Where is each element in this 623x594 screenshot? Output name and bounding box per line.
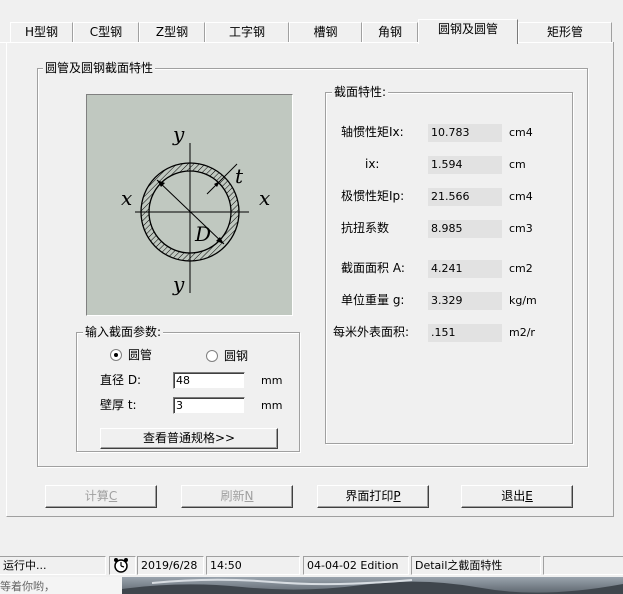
radio-tube[interactable] [110,349,122,361]
tab-channel[interactable]: 槽钢 [289,22,362,42]
background-strip: 等着你哟， [0,577,623,594]
y-bottom-label: y [172,272,185,296]
y-top-label: y [172,122,185,146]
prop-label-torsion: 抗扭系数 [341,221,390,235]
prop-unit-torsion: cm3 [509,222,533,235]
status-state: 运行中... [0,556,106,575]
diameter-input[interactable] [173,372,245,389]
prop-label-ix-radius: ix: [365,157,380,171]
x-right-label: x [259,186,270,210]
diameter-unit: mm [261,374,283,387]
tab-angle[interactable]: 角钢 [362,22,418,42]
prop-unit-ix-moment: cm4 [509,126,533,139]
tab-rect-tube[interactable]: 矩形管 [518,22,612,42]
prop-unit-ip: cm4 [509,190,533,203]
prop-value-ix-moment: 10.783 [428,124,502,142]
tab-round-steel-tube[interactable]: 圆钢及圆管 [418,19,518,44]
tab-i-beam[interactable]: 工字钢 [205,22,289,42]
prop-value-area: 4.241 [428,260,502,278]
t-label: t [235,164,244,188]
prop-value-ix-radius: 1.594 [428,156,502,174]
radio-bar[interactable] [206,350,218,362]
prop-value-torsion: 8.985 [428,220,502,238]
properties-title: 截面特性: [332,85,389,99]
prop-label-area: 截面面积 A: [341,261,405,275]
section-drawing: y y x x t D [86,94,293,316]
status-empty [543,556,623,575]
d-label: D [194,222,211,246]
status-bar: 运行中... 2019/6/28 14:50 04-04-02 Edition … [0,555,623,577]
status-edition: 04-04-02 Edition [303,556,409,575]
clock-icon [114,558,128,573]
status-detail: Detail之截面特性 [411,556,541,575]
prop-value-ip: 21.566 [428,188,502,206]
tab-z-steel[interactable]: Z型钢 [139,22,205,42]
background-photo [122,577,623,594]
tab-c-steel[interactable]: C型钢 [73,22,139,42]
prop-unit-surface: m2/m [509,326,535,339]
status-date: 2019/6/28 [137,556,204,575]
print-screen-button[interactable]: 界面打印P [317,485,429,508]
taskbar-hint: 等着你哟， [0,580,55,593]
prop-value-surface: .151 [428,324,502,342]
prop-label-ip: 极惯性矩Ip: [341,189,405,203]
prop-value-weight: 3.329 [428,292,502,310]
input-params-title: 输入截面参数: [83,325,164,339]
radio-tube-label[interactable]: 圆管 [128,347,152,363]
prop-label-surface: 每米外表面积: [333,325,410,339]
tube-cross-section-diagram: y y x x t D [121,122,270,296]
radio-bar-label[interactable]: 圆钢 [224,348,248,364]
status-time: 14:50 [206,556,300,575]
prop-unit-area: cm2 [509,262,533,275]
taskbar-hint-area: 等着你哟， [0,577,122,594]
thickness-label: 壁厚 t: [100,398,137,412]
prop-label-weight: 单位重量 g: [341,293,405,307]
diameter-label: 直径 D: [100,373,142,387]
thickness-input[interactable] [173,397,245,414]
x-left-label: x [121,186,132,210]
prop-label-ix-moment: 轴惯性矩Ix: [341,125,404,139]
tab-h-steel[interactable]: H型钢 [10,22,73,42]
thickness-unit: mm [261,399,283,412]
prop-unit-weight: kg/m [509,294,537,307]
section-group-title: 圆管及圆钢截面特性 [43,61,156,75]
exit-button[interactable]: 退出E [461,485,573,508]
view-spec-button[interactable]: 查看普通规格>> [100,428,278,449]
tab-strip: H型钢 C型钢 Z型钢 工字钢 槽钢 角钢 圆钢及圆管 矩形管 [0,0,623,44]
status-clock-cell [109,556,136,575]
prop-unit-ix-radius: cm [509,158,526,171]
refresh-button[interactable]: 刷新N [181,485,293,508]
calc-button[interactable]: 计算C [45,485,157,508]
